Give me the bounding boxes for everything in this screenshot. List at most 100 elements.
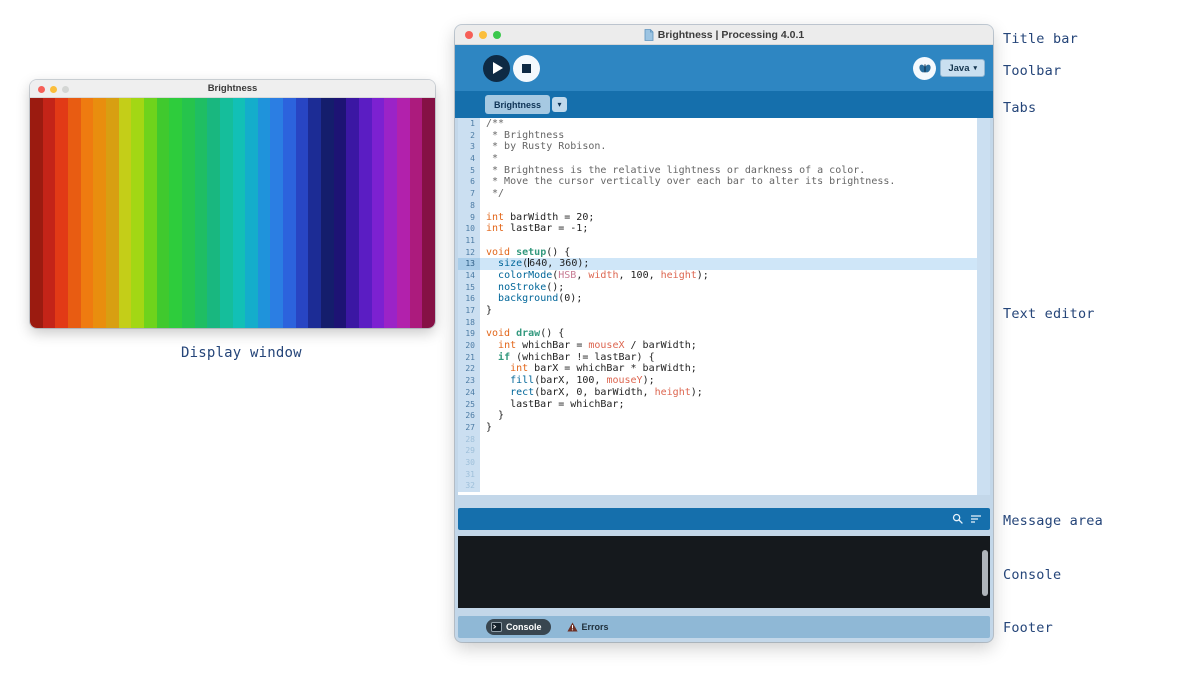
- stop-button[interactable]: [513, 55, 540, 82]
- code-text: /**: [480, 118, 504, 130]
- code-line[interactable]: 5 * Brightness is the relative lightness…: [458, 165, 977, 177]
- line-number: 10: [458, 223, 480, 235]
- code-line[interactable]: 13 size(640, 360);: [458, 258, 977, 270]
- color-bar: [119, 98, 132, 328]
- code-text: noStroke();: [480, 282, 564, 294]
- sketch-canvas[interactable]: [30, 98, 435, 328]
- errors-tab-label: Errors: [582, 622, 609, 632]
- code-line[interactable]: 29: [458, 445, 977, 457]
- display-window-title: Brightness: [30, 80, 435, 98]
- code-text: [480, 434, 486, 446]
- code-text: [480, 445, 486, 457]
- ide-titlebar[interactable]: Brightness | Processing 4.0.1: [455, 25, 993, 45]
- window-title: Brightness | Processing 4.0.1: [455, 25, 993, 45]
- code-text: * Brightness is the relative lightness o…: [480, 165, 871, 177]
- minimize-button[interactable]: [50, 86, 57, 93]
- code-line[interactable]: 9int barWidth = 20;: [458, 212, 977, 224]
- sketch-document-icon: [644, 29, 654, 41]
- run-button[interactable]: [483, 55, 510, 82]
- text-editor[interactable]: 1/**2 * Brightness 3 * by Rusty Robison.…: [458, 118, 990, 495]
- label-text-editor: Text editor: [1003, 306, 1095, 322]
- code-text: rect(barX, 0, barWidth, height);: [480, 387, 703, 399]
- zoom-button[interactable]: [62, 86, 69, 93]
- zoom-button[interactable]: [493, 31, 501, 39]
- code-line[interactable]: 17}: [458, 305, 977, 317]
- color-bar: [410, 98, 423, 328]
- color-bar: [321, 98, 334, 328]
- color-bar: [296, 98, 309, 328]
- line-number: 27: [458, 422, 480, 434]
- color-bar: [182, 98, 195, 328]
- code-text: [480, 480, 486, 492]
- code-line[interactable]: 24 rect(barX, 0, barWidth, height);: [458, 387, 977, 399]
- code-line[interactable]: 4 *: [458, 153, 977, 165]
- code-line[interactable]: 20 int whichBar = mouseX / barWidth;: [458, 340, 977, 352]
- line-number: 28: [458, 434, 480, 446]
- code-line[interactable]: 16 background(0);: [458, 293, 977, 305]
- code-line[interactable]: 27}: [458, 422, 977, 434]
- code-line[interactable]: 15 noStroke();: [458, 282, 977, 294]
- minimize-button[interactable]: [479, 31, 487, 39]
- code-text: * Brightness: [480, 130, 570, 142]
- play-icon: [493, 62, 503, 74]
- code-line[interactable]: 21 if (whichBar != lastBar) {: [458, 352, 977, 364]
- tab-menu-button[interactable]: ▾: [552, 97, 567, 112]
- code-line[interactable]: 7 */: [458, 188, 977, 200]
- code-line[interactable]: 18: [458, 317, 977, 329]
- code-line[interactable]: 32: [458, 480, 977, 492]
- code-line[interactable]: 6 * Move the cursor vertically over each…: [458, 176, 977, 188]
- color-bar: [131, 98, 144, 328]
- code-line[interactable]: 12void setup() {: [458, 247, 977, 259]
- line-number: 3: [458, 141, 480, 153]
- console-tab-button[interactable]: Console: [486, 619, 551, 635]
- errors-tab-button[interactable]: Errors: [567, 622, 609, 632]
- label-title-bar: Title bar: [1003, 31, 1078, 47]
- tabs-bar: Brightness ▾: [455, 91, 993, 118]
- tab-brightness[interactable]: Brightness: [485, 95, 550, 114]
- console-output[interactable]: [458, 536, 990, 608]
- label-toolbar: Toolbar: [1003, 63, 1061, 79]
- code-line[interactable]: 30: [458, 457, 977, 469]
- debug-button[interactable]: [913, 57, 936, 80]
- mode-selector[interactable]: Java ▾: [940, 59, 985, 77]
- editor-scrollbar[interactable]: [977, 118, 990, 495]
- code-line[interactable]: 14 colorMode(HSB, width, 100, height);: [458, 270, 977, 282]
- color-bar: [308, 98, 321, 328]
- console-scrollbar[interactable]: [982, 550, 988, 596]
- code-line[interactable]: 31: [458, 469, 977, 481]
- code-text: background(0);: [480, 293, 582, 305]
- console-menu-icon[interactable]: [970, 513, 982, 525]
- code-line[interactable]: 26 }: [458, 410, 977, 422]
- code-text: */: [480, 188, 504, 200]
- code-line[interactable]: 23 fill(barX, 100, mouseY);: [458, 375, 977, 387]
- line-number: 13: [458, 258, 480, 270]
- code-line[interactable]: 11: [458, 235, 977, 247]
- code-line[interactable]: 3 * by Rusty Robison.: [458, 141, 977, 153]
- color-bar: [384, 98, 397, 328]
- console-tab-label: Console: [506, 622, 542, 632]
- close-button[interactable]: [38, 86, 45, 93]
- color-bar: [169, 98, 182, 328]
- line-number: 25: [458, 399, 480, 411]
- line-number: 19: [458, 328, 480, 340]
- close-button[interactable]: [465, 31, 473, 39]
- line-number: 23: [458, 375, 480, 387]
- color-bar: [43, 98, 56, 328]
- code-line[interactable]: 25 lastBar = whichBar;: [458, 399, 977, 411]
- code-text: int barWidth = 20;: [480, 212, 594, 224]
- color-bar: [270, 98, 283, 328]
- code-text: if (whichBar != lastBar) {: [480, 352, 655, 364]
- label-tabs: Tabs: [1003, 100, 1036, 116]
- color-bar: [233, 98, 246, 328]
- code-line[interactable]: 10int lastBar = -1;: [458, 223, 977, 235]
- line-number: 14: [458, 270, 480, 282]
- code-line[interactable]: 1/**: [458, 118, 977, 130]
- code-line[interactable]: 28: [458, 434, 977, 446]
- code-line[interactable]: 19void draw() {: [458, 328, 977, 340]
- code-line[interactable]: 22 int barX = whichBar * barWidth;: [458, 363, 977, 375]
- display-window-titlebar[interactable]: Brightness: [30, 80, 435, 98]
- search-icon[interactable]: [952, 513, 964, 525]
- code-line[interactable]: 2 * Brightness: [458, 130, 977, 142]
- code-line[interactable]: 8: [458, 200, 977, 212]
- toolbar-right-group: Java ▾: [913, 57, 985, 80]
